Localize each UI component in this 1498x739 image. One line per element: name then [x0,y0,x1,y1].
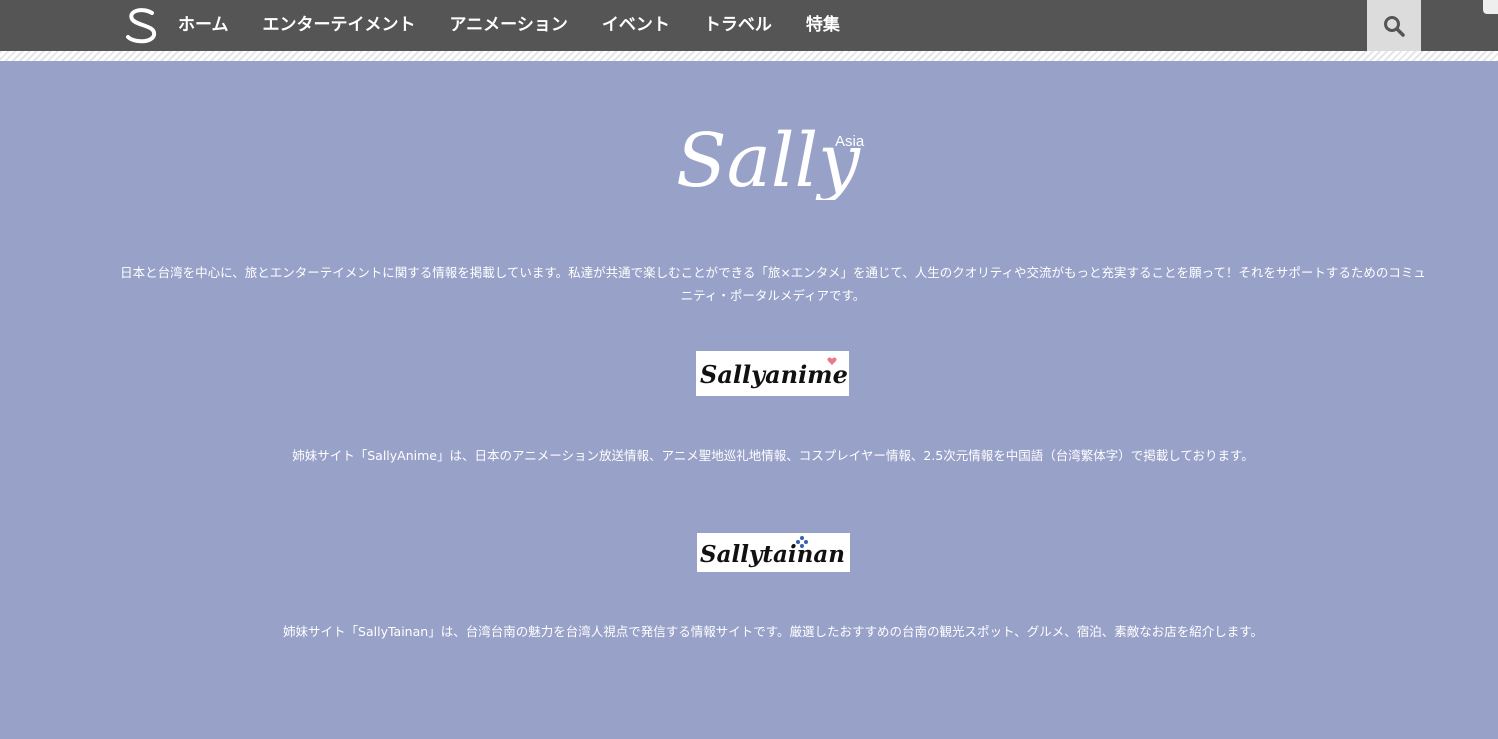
search-icon [1384,15,1405,37]
site-intro-text: 日本と台湾を中心に、旅とエンターテイメントに関する情報を掲載しています。私達が共… [120,265,1426,303]
top-navigation-bar: ホーム エンターテイメント アニメーション イベント トラベル 特集 [0,0,1498,51]
nav-item-entertainment[interactable]: エンターテイメント [263,10,416,35]
main-nav: ホーム エンターテイメント アニメーション イベント トラベル 特集 [178,0,874,44]
nav-item-animation[interactable]: アニメーション [450,10,568,35]
nav-item-travel[interactable]: トラベル [704,10,772,35]
scrollbar-thumb[interactable] [1483,0,1498,14]
logo-suffix: Asia [835,133,865,150]
logo-text: Sally [676,118,861,200]
nav-item-home[interactable]: ホーム [178,10,229,35]
sally-tainan-banner[interactable]: Sallytainan [697,533,850,572]
sally-asia-logo: Sally Asia [676,118,865,200]
nav-item-feature[interactable]: 特集 [806,10,840,35]
sally-anime-banner[interactable]: Sallyanime [696,351,849,396]
header-stripe-divider [0,51,1498,61]
sally-s-logo[interactable] [120,5,164,45]
sally-anime-description: 姉妹サイト「SallyAnime」は、日本のアニメーション放送情報、アニメ聖地巡… [292,448,1254,463]
banner-tainan-text: Sallytainan [700,541,845,568]
sally-tainan-description: 姉妹サイト「SallyTainan」は、台湾台南の魅力を台湾人視点で発信する情報… [283,624,1263,639]
nav-item-event[interactable]: イベント [602,10,670,35]
search-button[interactable] [1367,0,1421,51]
banner-anime-text: Sallyanime [700,360,848,389]
